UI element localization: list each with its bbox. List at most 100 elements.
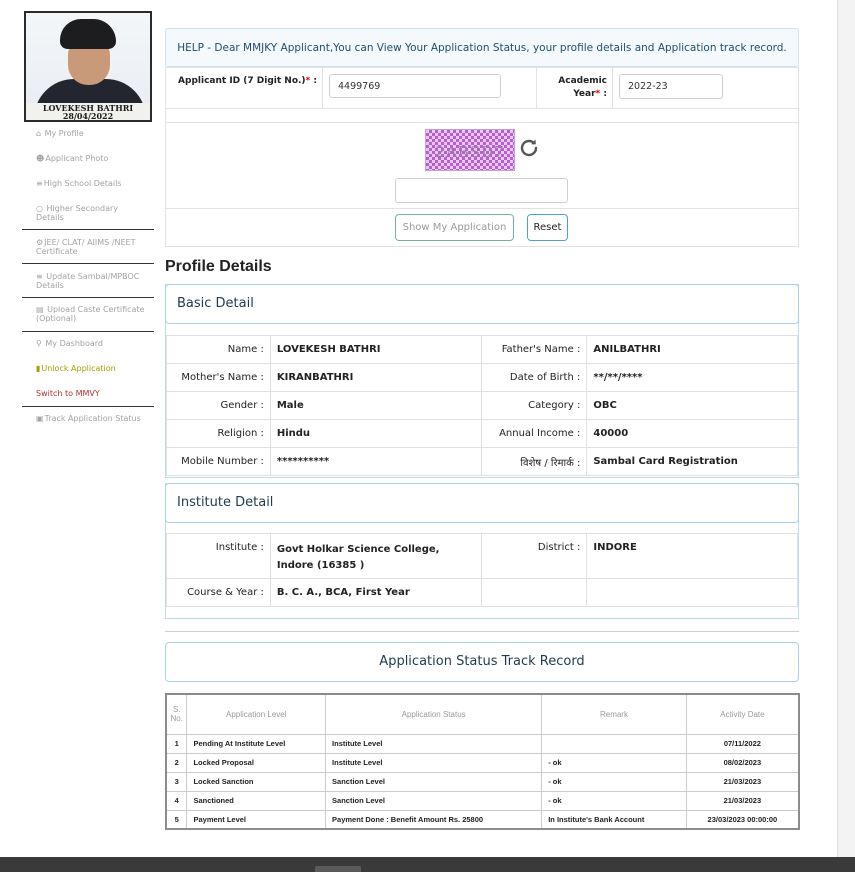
course-year-label: Course & Year :	[166, 578, 271, 607]
cell-date: 21/03/2023	[685, 771, 800, 792]
basic-detail-heading: Basic Detail	[165, 284, 799, 324]
detail-value: LOVEKESH BATHRI	[269, 335, 482, 364]
sidebar-item-applicant-photo[interactable]: ☻Applicant Photo	[36, 154, 148, 163]
cell-sno: 1	[165, 733, 188, 754]
help-banner: HELP - Dear MMJKY Applicant,You can View…	[165, 28, 799, 67]
academic-year-label-line1: Academic	[558, 76, 607, 86]
sidebar-item-label: JEE/ CLAT/ AIIMS /NEET Certificate	[36, 238, 136, 256]
table-row: 1 Pending At Institute Level Institute Lev…	[165, 733, 800, 754]
institute-label: Institute :	[166, 533, 271, 579]
basic-detail-row: Mother's Name : KIRANBATHRI Date of Birth …	[166, 363, 798, 392]
bottom-taskbar	[0, 857, 855, 872]
sidebar-item-label: Upload Caste Certificate (Optional)	[36, 305, 145, 323]
institute-detail-heading: Institute Detail	[165, 483, 799, 523]
basic-detail-row: Gender : Male Category : OBC	[166, 391, 798, 420]
academic-year-label: Academic Year* :	[540, 75, 607, 101]
district-value: INDORE	[586, 533, 798, 579]
detail-value: **/**/****	[586, 363, 798, 392]
detail-value: KIRANBATHRI	[269, 363, 482, 392]
cell-date: 08/02/2023	[685, 752, 800, 773]
cell-level: Payment Level	[186, 809, 327, 830]
cell-sno: 5	[165, 809, 188, 830]
cell-sno: 3	[165, 771, 188, 792]
sidebar-item-upload-caste[interactable]: ▤ Upload Caste Certificate (Optional)	[36, 305, 148, 323]
reset-button[interactable]: Reset	[527, 214, 568, 241]
column-header-status: Application Status	[325, 693, 543, 735]
captcha-image: 2ABSD7	[425, 129, 515, 171]
applicant-id-input[interactable]	[329, 74, 501, 98]
captcha-input[interactable]	[395, 178, 568, 203]
photo-caption: LOVEKESH BATHRI 28/04/2022	[26, 103, 150, 120]
course-year-value: B. C. A., BCA, First Year	[269, 578, 482, 607]
form-row-divider	[165, 108, 799, 109]
cell-date: 07/11/2022	[685, 733, 800, 754]
basic-detail-row: Religion : Hindu Annual Income :40000	[166, 419, 798, 448]
column-header-sno: S. No.	[165, 693, 188, 735]
show-my-application-button[interactable]: Show My Application	[395, 214, 514, 241]
column-header-date: Activity Date	[685, 693, 800, 735]
sidebar-item-label: Higher Secondary Details	[36, 204, 119, 222]
sidebar-item-my-dashboard[interactable]: ⚲ My Dashboard	[36, 339, 148, 348]
column-header-remark: Remark	[541, 693, 687, 735]
cell-level: Locked Proposal	[186, 752, 327, 773]
table-row: 4 Sanctioned Sanction Level - ok 21/03/2023	[165, 790, 800, 811]
detail-value: Hindu	[269, 419, 482, 448]
sidebar-item-track-status[interactable]: ▣Track Application Status	[36, 414, 148, 423]
cell-level: Locked Sanction	[186, 771, 327, 792]
cell-sno: 2	[165, 752, 188, 773]
cell-status: Sanction Level	[325, 771, 543, 792]
empty-cell	[586, 578, 798, 607]
refresh-captcha-icon[interactable]	[517, 137, 541, 161]
detail-label: Gender :	[166, 391, 271, 420]
sidebar-item-label: Update Sambal/MPBOC Details	[36, 272, 140, 290]
sidebar-item-high-school[interactable]: ≡High School Details	[36, 179, 148, 188]
cell-remark	[541, 733, 687, 754]
sidebar-item-label: My Profile	[44, 129, 84, 138]
form-col-divider	[612, 67, 613, 108]
sidebar-item-higher-secondary[interactable]: ○ Higher Secondary Details	[36, 204, 148, 222]
status-track-table: S. No. Application Level Application Sta…	[165, 693, 800, 830]
sidebar-item-update-sambal[interactable]: ≡ Update Sambal/MPBOC Details	[36, 272, 148, 290]
cell-sno: 4	[165, 790, 188, 811]
academic-year-select[interactable]	[619, 74, 723, 99]
sidebar-divider	[22, 297, 154, 298]
cell-status: Institute Level	[325, 752, 543, 773]
label-colon: :	[600, 89, 607, 99]
cell-status: Institute Level	[325, 733, 543, 754]
institute-detail-table: Institute : Govt Holkar Science College,…	[166, 533, 798, 607]
window-edge	[837, 0, 855, 872]
home-icon: ⌂	[36, 129, 42, 138]
column-header-level: Application Level	[186, 693, 327, 735]
sidebar-item-switch-mmvy[interactable]: Switch to MMVY	[36, 389, 148, 398]
list-icon: ≡	[36, 272, 43, 281]
detail-value: 40000	[586, 419, 798, 448]
detail-label: विशेष / रिमार्क :	[480, 447, 588, 476]
cell-remark: - ok	[541, 752, 687, 773]
form-col-divider	[322, 67, 323, 108]
search-icon: ⚲	[36, 339, 42, 348]
empty-cell	[480, 578, 588, 607]
cell-remark: - ok	[541, 790, 687, 811]
cell-level: Sanctioned	[186, 790, 327, 811]
detail-value: OBC	[586, 391, 798, 420]
cell-remark: - ok	[541, 771, 687, 792]
sidebar-item-unlock-application[interactable]: ▮Unlock Application	[36, 364, 148, 373]
detail-label: Religion :	[166, 419, 271, 448]
status-track-heading: Application Status Track Record	[165, 642, 799, 682]
cell-level: Pending At Institute Level	[186, 733, 327, 754]
photo-caption-date: 28/04/2022	[62, 111, 114, 121]
user-icon: ☻	[36, 154, 45, 163]
form-row-divider	[165, 208, 799, 209]
sidebar-item-jee-certificate[interactable]: ⚙JEE/ CLAT/ AIIMS /NEET Certificate	[36, 238, 148, 256]
sidebar-item-my-profile[interactable]: ⌂ My Profile	[36, 129, 148, 138]
form-col-divider	[536, 67, 537, 108]
cell-date: 23/03/2023 00:00:00	[685, 809, 800, 830]
unlock-icon: ▮	[36, 364, 41, 373]
list-icon: ≡	[36, 179, 43, 188]
basic-detail-row: Name : LOVEKESH BATHRI Father's Name : ANIL…	[166, 335, 798, 364]
gears-icon: ⚙	[36, 238, 44, 247]
detail-label: Annual Income :	[480, 419, 588, 448]
detail-value: ANILBATHRI	[586, 335, 798, 364]
sidebar-item-label: High School Details	[43, 179, 122, 188]
applicant-photo: LOVEKESH BATHRI 28/04/2022	[24, 11, 152, 122]
